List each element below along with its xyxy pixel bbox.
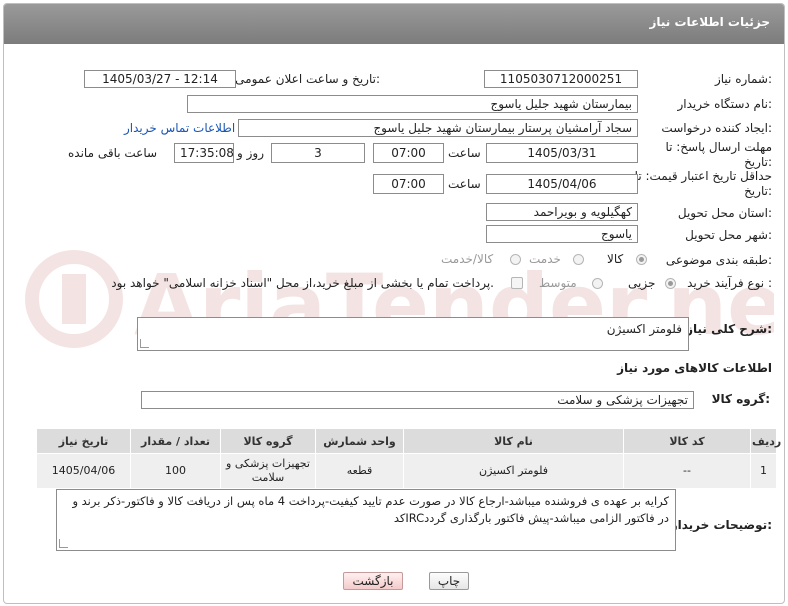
col-row: ردیف xyxy=(750,428,781,454)
requester-field: سجاد آرامشیان پرستار بیمارستان شهید جلیل… xyxy=(238,119,638,137)
need-number-label: شماره نیاز: xyxy=(714,72,772,86)
cell-goods-group: تجهیزات پزشکی و سلامت xyxy=(220,453,316,489)
cell-unit: قطعه xyxy=(315,453,404,489)
announce-datetime-label: تاریخ و ساعت اعلان عمومی: xyxy=(235,72,380,86)
price-validity-label: حداقل تاریخ اعتبار قیمت: تا تاریخ: xyxy=(632,169,772,199)
cell-goods-code: -- xyxy=(623,453,751,489)
category-radio-goods[interactable] xyxy=(636,254,647,265)
need-details-panel: جزئیات اطلاعات نیاز AriaTender.neT شماره… xyxy=(3,3,785,604)
need-number-field: 1105030712000251 xyxy=(484,70,638,88)
col-need-date: تاریخ نیاز xyxy=(36,428,131,454)
buyer-notes-textarea[interactable]: کرایه بر عهده ی فروشنده میباشد-ارجاع کال… xyxy=(56,489,676,551)
category-option-goods-service: کالا/خدمت xyxy=(441,252,494,266)
category-option-service: خدمت xyxy=(529,252,561,266)
buyer-contact-link[interactable]: اطلاعات تماس خریدار xyxy=(124,121,235,135)
category-label: طبقه بندی موضوعی: xyxy=(665,253,772,267)
col-goods-group: گروه کالا xyxy=(220,428,316,454)
resize-grip-icon[interactable] xyxy=(59,539,68,548)
reply-deadline-label: مهلت ارسال پاسخ: تا تاریخ: xyxy=(642,140,772,170)
reply-days-label: روز و xyxy=(237,146,264,160)
reply-deadline-label-text: مهلت ارسال پاسخ: تا تاریخ: xyxy=(665,140,772,169)
category-radio-goods-service[interactable] xyxy=(510,254,521,265)
category-radio-service[interactable] xyxy=(573,254,584,265)
cell-goods-name: فلومتر اکسیژن xyxy=(403,453,624,489)
delivery-province-label: استان محل تحویل: xyxy=(677,206,772,220)
delivery-province-field: کهگیلویه و بویراحمد xyxy=(486,203,638,221)
col-goods-code: کد کالا xyxy=(623,428,751,454)
process-type-label: نوع فرآیند خرید : xyxy=(687,276,772,290)
buyer-notes-line-1: کرایه بر عهده ی فروشنده میباشد-ارجاع کال… xyxy=(72,494,669,508)
resize-grip-icon[interactable] xyxy=(140,339,149,348)
goods-section-title: اطلاعات کالاهای مورد نیاز xyxy=(617,361,772,375)
general-description-text: فلومتر اکسیژن xyxy=(606,322,682,336)
buyer-notes-line-2: کدIRCدر فاکتور الزامی میباشد-پیش فاکتور … xyxy=(393,511,669,525)
process-option-minor: جزیی xyxy=(628,276,656,290)
buyer-org-field: بیمارستان شهید جلیل یاسوج xyxy=(187,95,638,113)
remaining-time-label: ساعت باقی مانده xyxy=(68,146,158,160)
col-quantity: تعداد / مقدار xyxy=(130,428,221,454)
delivery-city-field: یاسوج xyxy=(486,225,638,243)
col-goods-name: نام کالا xyxy=(403,428,624,454)
category-option-goods: کالا xyxy=(607,252,624,266)
process-radio-minor[interactable] xyxy=(665,278,676,289)
panel-header: جزئیات اطلاعات نیاز xyxy=(4,4,784,44)
announce-datetime-field: 1405/03/27 - 12:14 xyxy=(84,70,236,88)
reply-time-field: 07:00 xyxy=(373,143,444,163)
back-button[interactable]: بازگشت xyxy=(343,572,403,590)
panel-title: جزئیات اطلاعات نیاز xyxy=(649,15,770,29)
cell-quantity: 100 xyxy=(130,453,221,489)
price-validity-label-text: حداقل تاریخ اعتبار قیمت: تا تاریخ: xyxy=(634,169,772,198)
reply-days-field: 3 xyxy=(271,143,365,163)
delivery-city-label: شهر محل تحویل: xyxy=(685,228,772,242)
reply-time-label: ساعت xyxy=(448,146,481,160)
price-validity-date-field: 1405/04/06 xyxy=(486,174,638,194)
requester-label: ایجاد کننده درخواست: xyxy=(661,121,772,135)
goods-group-field: تجهیزات پزشکی و سلامت xyxy=(141,391,694,409)
process-option-medium: متوسط xyxy=(539,276,577,290)
buyer-org-label: نام دستگاه خریدار: xyxy=(677,97,773,111)
process-radio-medium[interactable] xyxy=(592,278,603,289)
treasury-payment-checkbox[interactable] xyxy=(511,277,523,289)
general-description-label: شرح کلی نیاز: xyxy=(686,322,772,336)
goods-table: تاریخ نیاز تعداد / مقدار گروه کالا واحد … xyxy=(36,428,781,489)
cell-need-date: 1405/04/06 xyxy=(36,453,131,489)
treasury-payment-note: پرداخت تمام یا بخشی از مبلغ خرید،از محل … xyxy=(111,276,494,290)
price-validity-time-field: 07:00 xyxy=(373,174,444,194)
reply-date-field: 1405/03/31 xyxy=(486,143,638,163)
buyer-notes-label: توضیحات خریدار: xyxy=(670,518,772,532)
col-unit: واحد شمارش xyxy=(315,428,404,454)
cell-row: 1 xyxy=(750,453,777,489)
remaining-time-field: 17:35:08 xyxy=(174,143,234,163)
goods-table-header: تاریخ نیاز تعداد / مقدار گروه کالا واحد … xyxy=(36,428,781,454)
table-row: 1405/04/06 100 تجهیزات پزشکی و سلامت قطع… xyxy=(36,453,777,489)
goods-group-label: گروه کالا: xyxy=(711,392,770,406)
price-validity-time-label: ساعت xyxy=(448,177,481,191)
general-description-textarea[interactable]: فلومتر اکسیژن xyxy=(137,317,689,351)
print-button[interactable]: چاپ xyxy=(429,572,469,590)
